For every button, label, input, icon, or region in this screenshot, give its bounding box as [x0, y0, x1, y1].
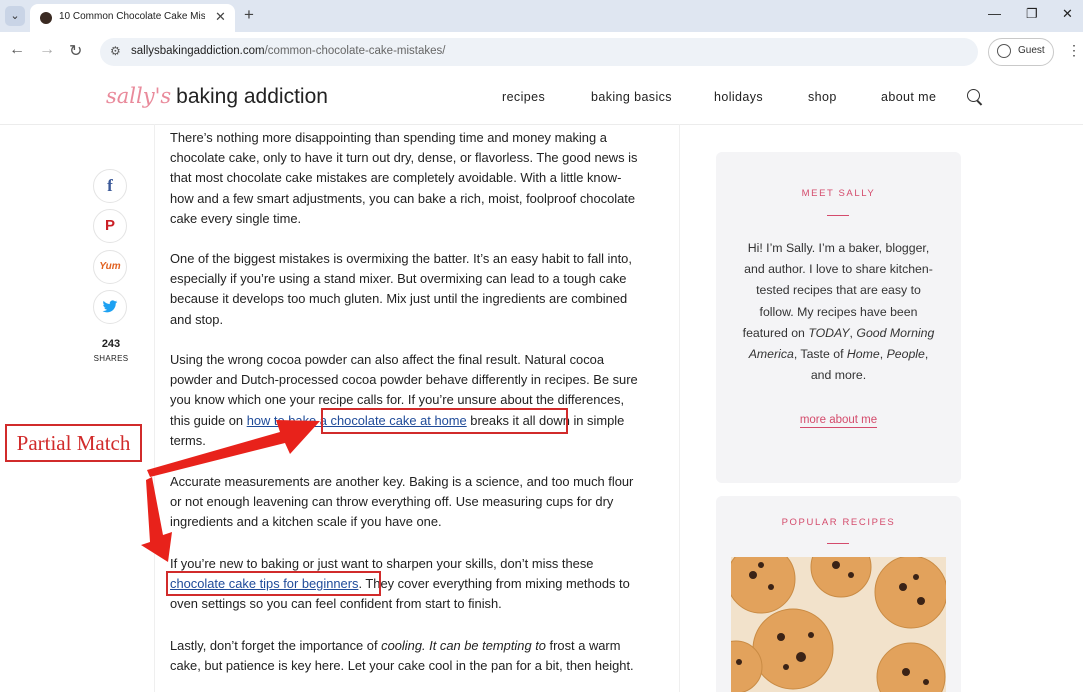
cookies-illustration: [731, 557, 946, 692]
title-divider: [827, 215, 849, 216]
more-about-me-link[interactable]: more about me: [716, 414, 961, 428]
sally-bio: Hi! I’m Sally. I’m a baker, blogger, and…: [742, 241, 935, 383]
cookies-image[interactable]: [731, 557, 946, 692]
meet-sally-title: MEET SALLY: [801, 188, 876, 199]
partial-match-label: Partial Match: [5, 424, 142, 462]
arrow-to-link-2: [141, 477, 172, 562]
popular-recipes-card: POPULAR RECIPES: [716, 496, 961, 692]
popular-recipes-title: POPULAR RECIPES: [781, 517, 896, 528]
arrow-to-link-1: [147, 420, 320, 477]
meet-sally-card: MEET SALLY Hi! I’m Sally. I’m a baker, b…: [716, 152, 961, 483]
title-divider: [827, 543, 849, 544]
